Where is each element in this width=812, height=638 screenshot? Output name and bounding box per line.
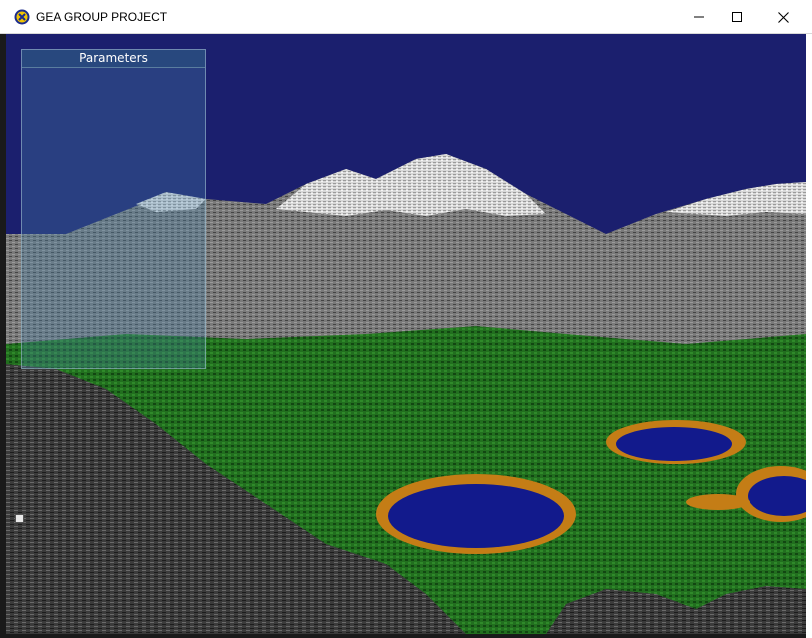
lake-2 [616, 427, 732, 461]
parameters-panel[interactable]: Parameters [21, 49, 206, 369]
minimize-icon [694, 16, 704, 18]
app-window: GEA GROUP PROJECT Parameters [0, 0, 812, 638]
close-button[interactable] [760, 0, 806, 34]
help-icon[interactable] [15, 514, 24, 523]
close-icon [777, 11, 789, 23]
maximize-button[interactable] [714, 0, 760, 34]
title-bar[interactable]: GEA GROUP PROJECT [0, 0, 812, 34]
app-logo-icon [14, 9, 30, 25]
lake-1 [388, 484, 564, 548]
parameters-panel-title: Parameters [79, 51, 148, 65]
parameters-panel-header[interactable]: Parameters [22, 50, 205, 68]
background-window-edge [806, 34, 812, 638]
maximize-icon [732, 12, 742, 22]
window-title: GEA GROUP PROJECT [36, 10, 168, 24]
lake-shore-4 [686, 494, 750, 510]
